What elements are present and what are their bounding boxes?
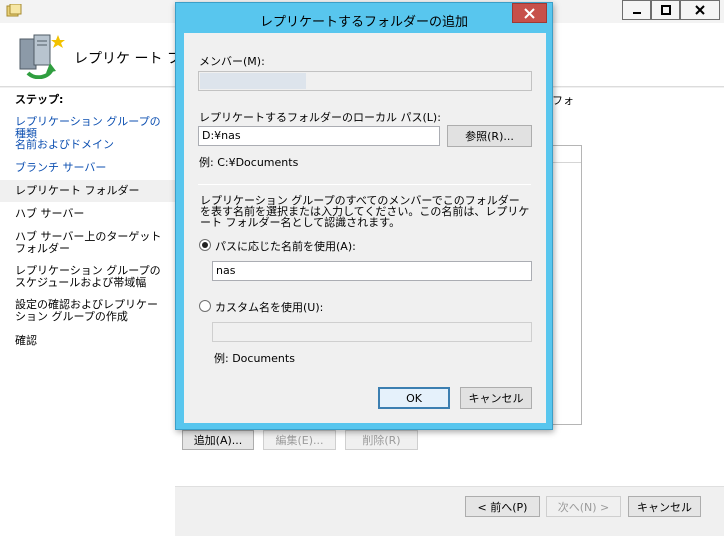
custom-name-input[interactable] [212,322,532,342]
custom-example: 例: Documents [214,352,295,365]
maximize-icon[interactable] [651,0,680,20]
custom-name-label[interactable]: カスタム名を使用(U): [215,299,323,315]
app-icon [6,4,22,17]
step-confirmation: 確認 [15,334,37,347]
dialog-title: レプリケートするフォルダーの追加 [259,15,468,30]
step-hub-target-folder: ハブ サーバー上のターゲット フォルダー [15,230,162,255]
wizard-steps-pane: ステップ: レプリケーション グループの種類 名前およびドメイン ブランチ サー… [0,88,175,536]
member-label: メンバー(M): [199,55,265,68]
close-icon[interactable] [680,0,720,20]
member-selection [200,73,306,89]
replication-server-icon [19,34,65,79]
add-folder-dialog: レプリケートするフォルダーの追加 メンバー(M): レプリケートするフォルダーの… [175,2,553,430]
step-replicated-folder: レプリケート フォルダー [15,184,140,197]
name-description: レプリケーション グループのすべてのメンバーでこのフォルダーを表す名前を選択また… [200,194,530,229]
path-example: 例: C:¥Documents [199,156,299,169]
step-review-create: 設定の確認およびレプリケーション グループの作成 [15,298,158,323]
add-button[interactable]: 追加(A)... [182,430,254,450]
dialog-close-icon[interactable] [512,3,547,23]
local-path-input[interactable]: D:¥nas [198,126,440,146]
step-replication-group-type[interactable]: レプリケーション グループの種類 [15,116,170,140]
ok-button[interactable]: OK [378,387,450,409]
dialog-separator [198,184,531,185]
edit-button[interactable]: 編集(E)... [263,430,336,450]
browse-button[interactable]: 参照(R)... [447,125,532,147]
back-button[interactable]: < 前へ(P) [465,496,540,517]
wizard-cancel-button[interactable]: キャンセル [628,496,701,517]
local-path-label: レプリケートするフォルダーのローカル パス(L): [199,111,441,124]
partial-text: フォ [552,94,574,107]
use-path-name-label[interactable]: パスに応じた名前を使用(A): [215,238,356,254]
step-name-and-domain[interactable]: 名前およびドメイン [15,139,170,151]
step-schedule-bandwidth: レプリケーション グループのスケジュールおよび帯域幅 [15,264,161,289]
dialog-body: メンバー(M): レプリケートするフォルダーのローカル パス(L): D:¥na… [184,33,546,423]
step-branch-server[interactable]: ブランチ サーバー [15,162,170,174]
member-field[interactable] [198,71,532,91]
use-path-name-radio[interactable] [199,239,211,251]
path-name-input[interactable]: nas [212,261,532,281]
minimize-icon[interactable] [622,0,651,20]
delete-button[interactable]: 削除(R) [345,430,418,450]
step-hub-server: ハブ サーバー [15,207,85,220]
dialog-cancel-button[interactable]: キャンセル [460,387,532,409]
custom-name-radio[interactable] [199,300,211,312]
next-button[interactable]: 次へ(N) > [546,496,621,517]
steps-heading: ステップ: [15,93,64,106]
